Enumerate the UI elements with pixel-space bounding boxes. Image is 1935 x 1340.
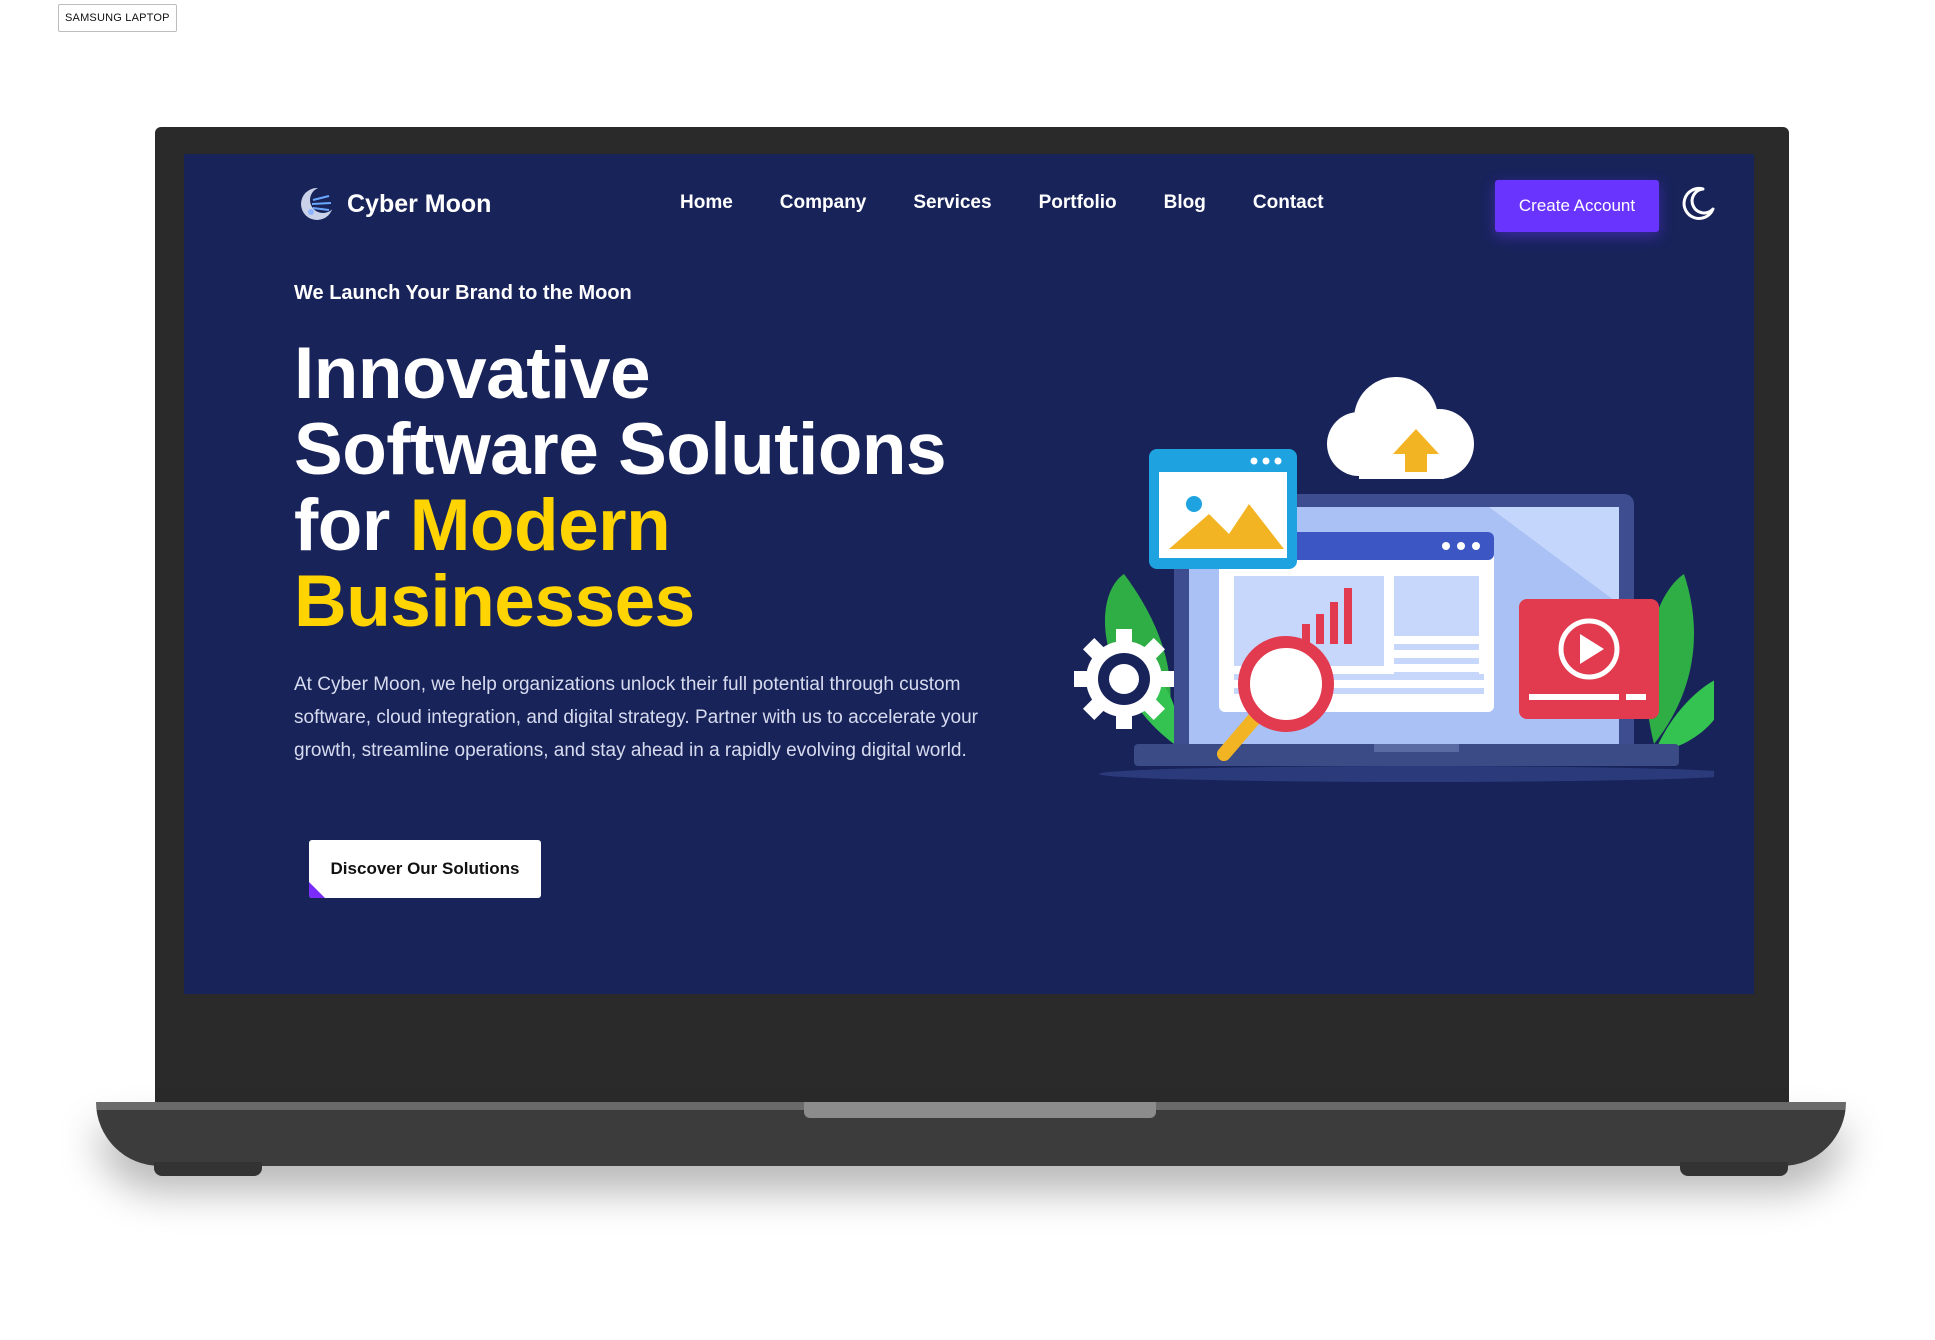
laptop-base [96,1102,1846,1176]
brand-logo[interactable]: Cyber Moon [299,186,491,222]
button-corner-accent [309,882,325,898]
image-icon [1149,449,1297,569]
hero-eyebrow: We Launch Your Brand to the Moon [294,282,632,304]
headline-line-2: Software Solutions [294,409,947,490]
laptop-screen: Cyber Moon Home Company Services Portfol… [184,154,1754,994]
moon-icon[interactable] [1679,184,1717,222]
nav-company[interactable]: Company [780,192,867,214]
hero-description: At Cyber Moon, we help organizations unl… [294,674,979,761]
laptop-foot-right [1680,1162,1788,1176]
video-play-icon [1519,599,1659,719]
moon-logo-icon [301,187,335,220]
headline-highlight-modern: Modern [409,485,671,566]
discover-solutions-button[interactable]: Discover Our Solutions [309,840,541,898]
nav-blog[interactable]: Blog [1164,192,1206,214]
headline-line-1: Innovative [294,333,651,414]
nav-contact[interactable]: Contact [1253,192,1324,214]
headline-line-3-prefix: for [294,485,410,566]
ground-shadow [1099,766,1714,782]
hero-headline: Innovative Software Solutions for Modern… [294,336,994,640]
hinge-notch [804,1102,1156,1118]
hero-illustration [1074,377,1714,782]
gear-icon [1074,629,1174,729]
cloud-upload-icon [1327,377,1474,479]
nav-home[interactable]: Home [680,192,733,214]
main-menu: Home Company Services Portfolio Blog Con… [680,192,1371,214]
nav-portfolio[interactable]: Portfolio [1039,192,1117,214]
create-account-button[interactable]: Create Account [1495,180,1659,232]
site-header: Cyber Moon Home Company Services Portfol… [184,154,1754,254]
device-label: SAMSUNG LAPTOP [58,4,177,32]
brand-name: Cyber Moon [347,189,492,218]
nav-services[interactable]: Services [913,192,991,214]
discover-button-label: Discover Our Solutions [330,859,520,878]
headline-highlight-businesses: Businesses [294,561,695,642]
laptop-foot-left [154,1162,262,1176]
